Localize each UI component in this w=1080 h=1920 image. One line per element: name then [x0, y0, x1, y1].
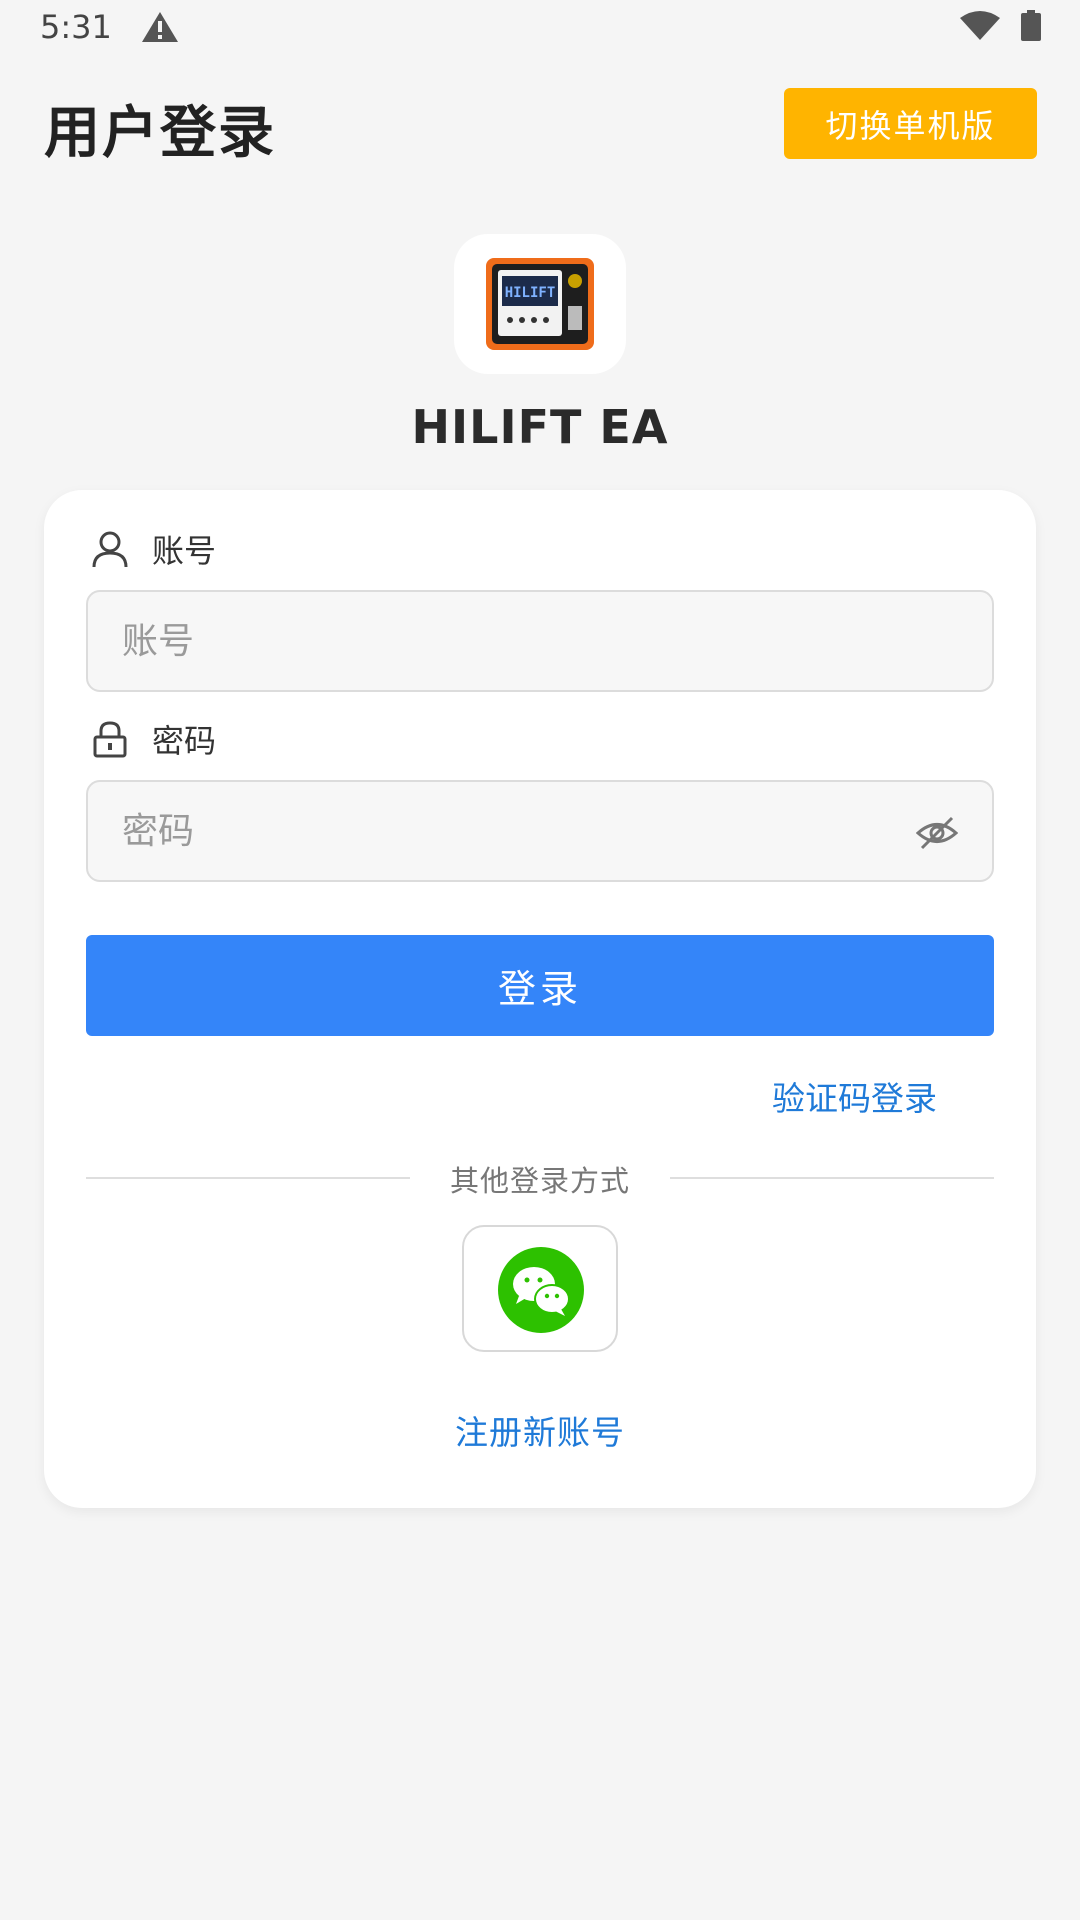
status-bar: 5:31 [0, 0, 1080, 54]
login-button[interactable]: 登录 [86, 935, 994, 1036]
device-logo-icon: HILIFT [486, 258, 594, 350]
password-label: 密码 [90, 716, 216, 762]
account-label: 账号 [90, 526, 216, 572]
lock-icon [93, 721, 127, 758]
wifi-icon [960, 11, 1000, 40]
account-input[interactable] [122, 592, 902, 690]
divider-right [670, 1177, 994, 1179]
other-login-methods-text: 其他登录方式 [449, 1164, 630, 1198]
wechat-login-button[interactable] [462, 1225, 618, 1352]
divider-left [86, 1177, 410, 1179]
login-screen: 5:31 用户登录 切换单机版 HILIFT HILIFT EA 账号 账号 密… [0, 0, 1080, 1920]
status-time: 5:31 [40, 8, 112, 46]
password-input[interactable] [122, 782, 902, 880]
switch-standalone-button[interactable]: 切换单机版 [784, 88, 1037, 159]
page-title: 用户登录 [44, 101, 276, 166]
register-link[interactable]: 注册新账号 [0, 1406, 1080, 1454]
user-icon [92, 531, 128, 568]
account-input-box[interactable] [86, 590, 994, 692]
warning-icon [142, 12, 178, 42]
wechat-icon [498, 1247, 584, 1333]
password-label-text: 密码 [152, 722, 217, 760]
password-input-box[interactable] [86, 780, 994, 882]
eye-off-icon[interactable] [916, 814, 958, 852]
app-logo: HILIFT [454, 234, 626, 374]
app-name: HILIFT EA [411, 400, 669, 454]
sms-login-link[interactable]: 验证码登录 [772, 1072, 937, 1120]
battery-icon [1021, 10, 1041, 41]
logo-text: HILIFT [505, 285, 556, 301]
account-label-text: 账号 [152, 532, 217, 570]
